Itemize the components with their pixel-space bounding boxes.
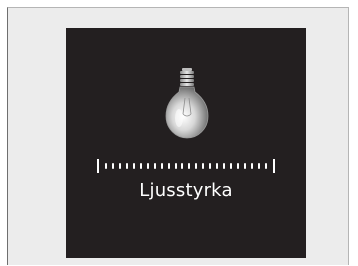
level-tick (195, 163, 198, 169)
level-tick (202, 163, 205, 169)
level-tick (251, 163, 254, 169)
level-tick (153, 163, 156, 169)
level-tick (237, 163, 240, 169)
level-tick (181, 163, 184, 169)
brightness-display: Ljusstyrka (66, 28, 306, 258)
level-bar-end-cap (273, 159, 275, 173)
level-tick (139, 163, 142, 169)
level-tick (167, 163, 170, 169)
level-tick (209, 163, 212, 169)
illustration-frame: Ljusstyrka (7, 7, 349, 265)
level-tick (111, 163, 114, 169)
light-bulb-icon (165, 68, 209, 139)
brightness-label: Ljusstyrka (139, 180, 233, 201)
brightness-level-bar (97, 159, 275, 173)
level-ticks (105, 163, 267, 169)
level-tick (125, 163, 128, 169)
level-tick (223, 163, 226, 169)
level-tick (244, 163, 247, 169)
level-tick (257, 163, 260, 169)
level-tick (160, 163, 163, 169)
level-tick (105, 163, 107, 169)
level-bar-start-cap (97, 159, 99, 173)
level-tick (132, 163, 135, 169)
level-tick (216, 163, 219, 169)
level-tick (230, 163, 233, 169)
level-tick (264, 163, 267, 169)
level-tick (174, 163, 177, 169)
level-tick (188, 163, 191, 169)
level-tick (118, 163, 121, 169)
level-tick (146, 163, 149, 169)
